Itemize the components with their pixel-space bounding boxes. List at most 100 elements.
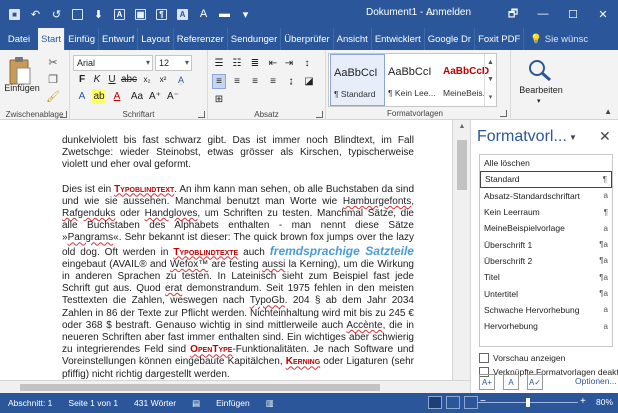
paragraph-2[interactable]: Dies ist ein Typoblindtext. An ihm kann … <box>62 184 414 381</box>
signin-link[interactable]: Anmelden <box>426 7 471 18</box>
new-style-icon[interactable]: A+ <box>479 374 495 390</box>
tab-view[interactable]: Ansicht <box>334 28 372 50</box>
editing-dropdown-icon[interactable]: ▾ <box>537 97 541 105</box>
style-list-item[interactable]: MeineBeispielvorlage a <box>480 220 612 236</box>
highlight-color-icon[interactable]: ab <box>92 89 106 104</box>
print-layout-icon[interactable] <box>446 396 460 409</box>
undo-icon[interactable]: ↶ <box>25 4 46 24</box>
tab-insert[interactable]: Einfüg <box>65 28 99 50</box>
down-arrow-icon[interactable]: ⬇ <box>88 4 109 24</box>
clipboard-launcher-icon[interactable] <box>60 111 67 118</box>
document-text[interactable]: dunkelviolett bis fast schwarz gibt. Das… <box>62 135 414 393</box>
tab-start[interactable]: Start <box>38 28 66 50</box>
paste-icon[interactable] <box>8 56 32 86</box>
styles-list[interactable]: Alle löschen Standard ¶ Absatz-Standardschr… <box>479 154 613 347</box>
shading-icon[interactable]: ◪ <box>302 74 316 89</box>
manage-styles-icon[interactable]: A✓ <box>527 374 543 390</box>
style-no-spacing[interactable]: AaBbCcI ¶ Kein Lee... <box>385 54 440 106</box>
status-section[interactable]: Abschnitt: 1 <box>0 398 60 408</box>
save-icon[interactable]: ■ <box>4 4 25 24</box>
web-layout-icon[interactable] <box>464 396 478 409</box>
cut-icon[interactable]: ✂ <box>46 55 60 69</box>
font-name-combo[interactable]: Arial ▾ <box>73 55 153 71</box>
font-color-icon[interactable]: A <box>172 4 193 24</box>
macro-icon[interactable]: ▥ <box>258 398 282 409</box>
borders-icon[interactable]: ⊞ <box>212 92 226 107</box>
bullets-icon[interactable]: ☰ <box>212 56 226 71</box>
status-mode[interactable]: Einfügen <box>208 398 258 408</box>
increase-indent-icon[interactable]: ⇥ <box>282 56 296 71</box>
align-left-icon[interactable]: ≡ <box>212 74 226 89</box>
style-list-item[interactable]: Hervorhebung a <box>480 318 612 334</box>
subscript-button[interactable]: x₂ <box>140 72 154 87</box>
folder-icon[interactable]: ▬ <box>214 4 235 24</box>
strikethrough-button[interactable]: abc <box>121 72 137 87</box>
style-standard[interactable]: AaBbCcI ¶ Standard <box>330 54 385 106</box>
close-icon[interactable]: ✕ <box>599 128 611 145</box>
justify-icon[interactable]: ≡ <box>266 74 280 89</box>
style-list-item[interactable]: Überschrift 2 ¶a <box>480 253 612 269</box>
horizontal-scrollbar[interactable] <box>0 380 470 393</box>
tab-design[interactable]: Entwurf <box>99 28 139 50</box>
font-color-button[interactable]: A <box>110 89 124 104</box>
styles-scroll[interactable]: ▲ ▼ ▾ <box>484 54 496 106</box>
italic-button[interactable]: K <box>90 72 104 87</box>
pane-options-dropdown-icon[interactable]: ▼ <box>569 133 577 142</box>
style-list-item[interactable]: Titel ¶a <box>480 269 612 285</box>
maximize-button[interactable]: ☐ <box>558 0 588 28</box>
style-list-item[interactable]: Untertitel ¶a <box>480 285 612 301</box>
style-list-item[interactable]: Standard ¶ <box>480 171 612 188</box>
zoom-slider-knob[interactable] <box>526 398 530 407</box>
sort-icon[interactable]: ↕ <box>300 56 314 71</box>
tab-file[interactable]: Datei <box>0 28 38 50</box>
status-words[interactable]: 431 Wörter <box>126 398 184 408</box>
redo-icon[interactable]: ↺ <box>46 4 67 24</box>
style-list-item[interactable]: Alle löschen <box>480 155 612 171</box>
superscript-button[interactable]: x² <box>156 72 170 87</box>
tab-google-drive[interactable]: Google Dr <box>425 28 476 50</box>
multilevel-list-icon[interactable]: ≣ <box>248 56 262 71</box>
collapse-ribbon-icon[interactable]: ▲ <box>604 107 612 116</box>
decrease-indent-icon[interactable]: ⇤ <box>266 56 280 71</box>
style-list-item[interactable]: Kein Leerraum ¶ <box>480 204 612 220</box>
highlight-icon[interactable]: A <box>193 4 214 24</box>
grow-font-icon[interactable]: A⁺ <box>148 89 162 104</box>
font-size-dropdown-icon[interactable]: ▾ <box>185 58 189 67</box>
scroll-up-icon[interactable]: ▲ <box>487 59 494 66</box>
zoom-level[interactable]: 80% <box>596 397 613 407</box>
tab-references[interactable]: Referenzer <box>174 28 228 50</box>
tab-foxit-pdf[interactable]: Foxit PDF <box>475 28 525 50</box>
document-page[interactable]: dunkelviolett bis fast schwarz gibt. Das… <box>0 120 452 393</box>
underline-button[interactable]: U <box>105 72 119 87</box>
tab-layout[interactable]: Layout <box>138 28 174 50</box>
text-box-icon[interactable]: A <box>109 4 130 24</box>
format-painter-icon[interactable]: 🖌 <box>46 89 60 103</box>
style-inspector-icon[interactable]: A <box>503 374 519 390</box>
styles-launcher-icon[interactable] <box>500 110 507 117</box>
vertical-scrollbar[interactable]: ▲ ▼ <box>452 120 470 393</box>
clear-formatting-icon[interactable]: Ạ <box>174 72 188 87</box>
show-preview-checkbox[interactable]: Vorschau anzeigen <box>479 353 565 363</box>
style-list-item[interactable]: Schwache Hervorhebung a <box>480 302 612 318</box>
minimize-button[interactable]: — <box>528 0 558 28</box>
font-name-dropdown-icon[interactable]: ▾ <box>146 58 150 67</box>
horizontal-scroll-thumb[interactable] <box>20 384 380 391</box>
read-mode-icon[interactable] <box>428 396 442 409</box>
line-spacing-icon[interactable]: ↨ <box>284 74 298 89</box>
numbering-icon[interactable]: ☷ <box>230 56 244 71</box>
tell-me-search[interactable]: 💡 Sie wünsc <box>524 28 591 50</box>
vertical-scroll-thumb[interactable] <box>457 140 467 190</box>
editing-button[interactable]: Bearbeiten <box>513 85 569 95</box>
tab-developer[interactable]: Entwicklert <box>372 28 425 50</box>
status-page[interactable]: Seite 1 von 1 <box>60 398 126 408</box>
bold-button[interactable]: F <box>75 72 89 87</box>
search-icon[interactable] <box>527 58 553 82</box>
customize-qat-icon[interactable]: ▾ <box>235 4 256 24</box>
font-launcher-icon[interactable] <box>198 111 205 118</box>
checkbox-box[interactable] <box>479 353 489 363</box>
comment-icon[interactable]: ¶ <box>151 4 172 24</box>
paste-button[interactable]: Einfügen <box>2 83 42 93</box>
options-link[interactable]: Optionen... <box>575 376 617 386</box>
style-my-example[interactable]: AaBbCcD MeineBeis... <box>440 54 489 106</box>
more-styles-icon[interactable]: ▾ <box>489 93 493 101</box>
